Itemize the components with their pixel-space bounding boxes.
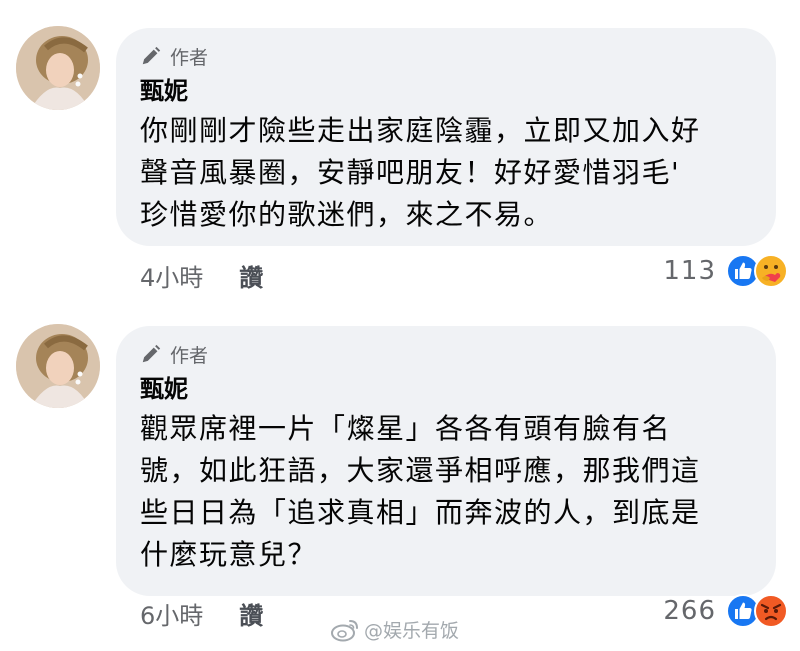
comment-bubble: 作者 甄妮 觀眾席裡一片「燦星」各各有頭有臉有名 號，如此狂語，大家還爭相呼應，… [116, 326, 776, 596]
comment-meta: 6小時 讚 [140, 596, 263, 631]
pencil-icon [140, 343, 162, 365]
author-badge-label: 作者 [170, 344, 209, 367]
reaction-summary[interactable]: 266 [663, 594, 788, 628]
comment-author-name[interactable]: 甄妮 [140, 374, 752, 404]
watermark-text: @娱乐有饭 [364, 620, 460, 642]
angry-icon [754, 594, 788, 628]
weibo-icon [330, 618, 360, 642]
pencil-icon [140, 45, 162, 67]
comment-author-name[interactable]: 甄妮 [140, 76, 752, 106]
author-badge: 作者 [140, 340, 752, 368]
avatar[interactable] [16, 324, 100, 408]
comment-text: 你剛剛才險些走出家庭陰霾，立即又加入好 聲音風暴圈，安靜吧朋友！好好愛惜羽毛' … [140, 114, 701, 231]
like-button[interactable]: 讚 [239, 258, 263, 293]
author-badge: 作者 [140, 42, 752, 70]
reaction-summary[interactable]: 113 [663, 254, 788, 288]
comment-time[interactable]: 4小時 [140, 258, 203, 293]
comment-text: 觀眾席裡一片「燦星」各各有頭有臉有名 號，如此狂語，大家還爭相呼應，那我們這 些… [140, 412, 701, 571]
comment-time[interactable]: 6小時 [140, 596, 203, 631]
care-icon [754, 254, 788, 288]
author-badge-label: 作者 [170, 46, 209, 69]
reaction-count: 113 [663, 256, 716, 286]
avatar-photo [16, 26, 100, 110]
watermark: @娱乐有饭 [330, 616, 459, 643]
comment-meta: 4小時 讚 [140, 258, 263, 293]
avatar[interactable] [16, 26, 100, 110]
like-button[interactable]: 讚 [239, 596, 263, 631]
avatar-photo [16, 324, 100, 408]
comment-bubble: 作者 甄妮 你剛剛才險些走出家庭陰霾，立即又加入好 聲音風暴圈，安靜吧朋友！好好… [116, 28, 776, 246]
reaction-count: 266 [663, 596, 716, 626]
